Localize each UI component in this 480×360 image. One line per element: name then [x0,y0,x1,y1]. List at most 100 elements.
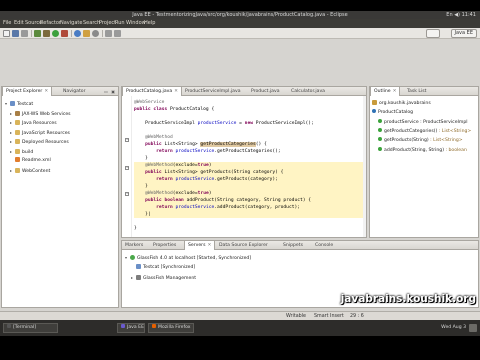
server-item-label: GlassFish 4.0 at localhost [Started, Syn… [137,256,252,261]
project-explorer-tabs: Project Explorer ✕ Navigator [2,87,118,96]
tab-label: Properties [153,243,177,248]
tree-item[interactable]: ▸ JavaScript Resources [2,129,70,137]
taskbar-item[interactable]: Java EE - TestmentorizingJava [117,323,145,333]
workspace-switcher-icon[interactable] [469,324,477,332]
bottom-tab[interactable]: Snippets [280,241,306,250]
bottom-tab[interactable]: Markers [122,241,146,250]
app-icon [152,324,156,328]
menu-run[interactable]: Run [115,19,125,28]
code-line: @WebMethod [145,135,173,140]
editor-tab[interactable]: Product.java [248,87,283,96]
close-icon[interactable]: ✕ [174,89,178,94]
close-icon[interactable]: ✕ [207,243,211,248]
editor-tab[interactable]: Calculator.java [288,87,328,96]
taskbar-item-label: [Terminal] [13,325,36,330]
outline-item[interactable]: ProductCatalog [372,109,413,117]
forward-icon[interactable] [114,30,121,37]
debug-icon[interactable] [43,30,50,37]
java-ee-perspective-button[interactable]: Java EE [450,29,477,38]
code-line: public class ProductCatalog { [134,107,215,112]
outline-panel: Outline ✕ Task List org.koushik.javabrains… [369,86,479,238]
new-icon[interactable] [3,30,10,37]
open-perspective-button[interactable] [426,29,440,38]
tab-label: ProductServiceImpl.java [185,89,241,94]
menu-help[interactable]: Help [144,19,155,28]
close-icon[interactable]: ✕ [44,89,48,94]
folder-icon [15,167,20,173]
project-explorer-tab[interactable]: Project Explorer ✕ [2,87,53,96]
close-icon[interactable]: ✕ [393,89,397,94]
outline-item[interactable]: getProducts(String) : List<String> [372,137,463,145]
editor-tab[interactable]: ProductServiceImpl.java [182,87,244,96]
outline-tab[interactable]: Outline ✕ [370,87,401,96]
method-icon [378,137,382,142]
outline-item[interactable]: org.koushik.javabrains [372,100,431,108]
back-icon[interactable] [105,30,112,37]
tab-label: Snippets [283,243,303,248]
taskbar-item[interactable]: Mozilla Firefox [148,323,194,333]
menu-window[interactable]: Window [126,19,146,28]
external-tools-icon[interactable] [61,30,68,37]
bottom-tab[interactable]: Servers ✕ [184,241,216,250]
folder-icon [15,148,20,154]
code-line: public List<String> getProducts(String c… [134,169,363,176]
eclipse-window: Java EE - TestmentorizingJava/src/org/ko… [0,11,480,336]
save-icon[interactable] [12,30,19,37]
project-explorer-tab[interactable]: Navigator [60,87,88,96]
menu-refactor[interactable]: Refactor [40,19,61,28]
menu-edit[interactable]: Edit [14,19,24,28]
fold-toggle-icon[interactable]: − [125,192,129,196]
menu-project[interactable]: Project [99,19,116,28]
server-item[interactable]: ▾ GlassFish 4.0 at localhost [Started, Sy… [122,254,251,262]
server-item[interactable]: ▸ GlassFish Management [122,274,196,282]
tab-label: Product.java [251,89,280,94]
tree-item[interactable]: ▸ build [2,148,33,156]
outline-item[interactable]: addProduct(String, String) : boolean [372,146,467,155]
bottom-tab[interactable]: Console [312,241,336,250]
server-item[interactable]: Testcat [Synchronized] [122,264,195,272]
fold-toggle-icon[interactable]: − [125,166,129,170]
outline-item[interactable]: getProductCategories() : List<String> [372,127,471,136]
tree-item[interactable]: ▾ Testcat [2,100,33,108]
code-line: return productService.addProduct(categor… [134,204,363,211]
open-type-icon[interactable] [83,30,90,37]
menu-navigate[interactable]: Navigate [60,19,82,28]
tree-item-label: Testcat [17,102,34,107]
tree-item-label: Deployed Resources [22,140,69,145]
folder-icon [15,139,20,144]
bottom-tab[interactable]: Properties [150,241,179,250]
code-line: @WebMethod(exclude=true) [134,162,363,169]
outline-item-name: ProductCatalog [378,110,414,116]
print-icon[interactable] [21,30,28,37]
class-icon [372,109,376,114]
menu-file[interactable]: File [3,19,11,28]
view-controls[interactable]: ▭ ▣ [104,89,116,94]
tab-label: Task List [407,89,427,94]
tree-item-label: Readme.xml [22,158,51,163]
tree-item[interactable]: ▸ Deployed Resources [2,138,69,146]
project-icon [136,264,141,269]
tree-item[interactable]: ▸ Java Resources [2,119,57,127]
tree-item[interactable]: Readme.xml [2,157,51,165]
tree-item[interactable]: ▸ JAX-WS Web Services [2,110,71,118]
tree-item[interactable]: ▸ WebContent [2,167,50,175]
server-icon[interactable] [34,30,41,37]
code-area[interactable]: @WebService public class ProductCatalog … [134,98,363,234]
editor-scrollbar[interactable] [363,96,366,237]
taskbar-item[interactable]: [Terminal] [3,323,58,333]
outline-item[interactable]: productService : ProductServiceImpl [372,118,468,127]
menu-search[interactable]: Search [83,19,100,28]
taskbar: Wed Aug 3 [Terminal] Java EE - Testmentor… [0,320,480,336]
method-icon [378,146,382,151]
screen: Java EE - TestmentorizingJava/src/org/ko… [0,0,480,360]
toolbar-separator [71,30,72,37]
bottom-tab[interactable]: Data Source Explorer [216,241,271,250]
fold-toggle-icon[interactable]: − [125,138,129,142]
outline-item-name: org.koushik.javabrains [379,101,431,106]
outline-tab[interactable]: Task List [404,87,429,96]
run-icon[interactable] [52,30,59,37]
search-icon[interactable] [92,30,99,37]
editor-tab[interactable]: ProductCatalog.java ✕ [122,87,183,96]
new-class-icon[interactable] [74,30,81,37]
tree-item-label: JavaScript Resources [22,130,70,136]
